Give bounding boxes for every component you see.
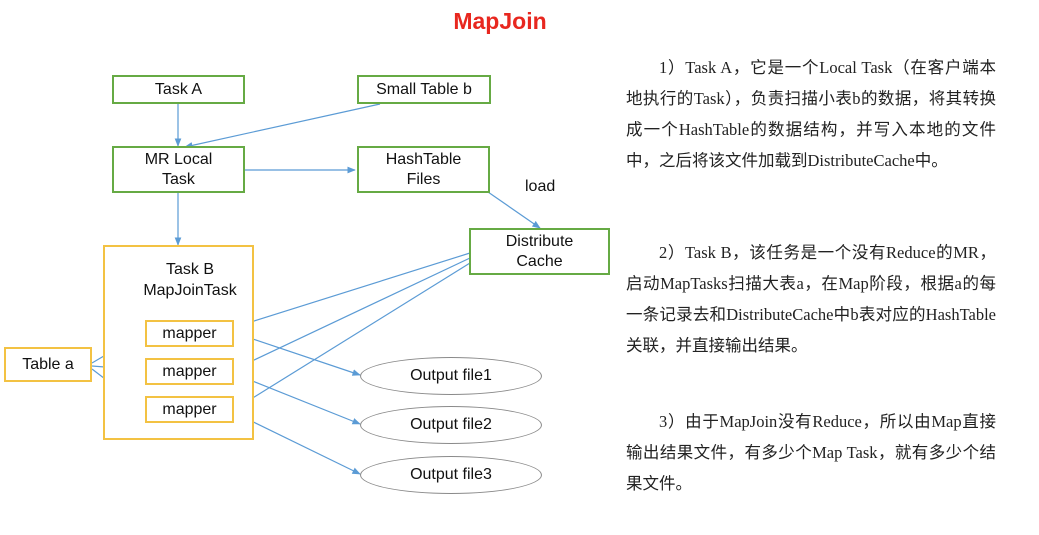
output-file-3-node: Output file3: [360, 456, 542, 494]
output-file-2-node: Output file2: [360, 406, 542, 444]
output-file-label: Output file2: [410, 416, 492, 433]
mr-local-task-label: MR Local Task: [144, 150, 213, 188]
arrow-smalltable-to-mrlocal: [184, 103, 381, 149]
table-a-label: Table a: [22, 355, 74, 373]
mapper-node-1: mapper: [145, 320, 234, 347]
description-paragraph-2: 2）Task B，该任务是一个没有Reduce的MR，启动MapTasks扫描大…: [626, 243, 996, 355]
task-b-label: Task B MapJoinTask: [143, 261, 237, 299]
mapper-label: mapper: [162, 400, 217, 418]
task-a-label: Task A: [154, 80, 203, 98]
mapper-node-2: mapper: [145, 358, 234, 385]
mr-local-task-node: MR Local Task: [112, 146, 245, 193]
mapper-node-3: mapper: [145, 396, 234, 423]
task-a-node: Task A: [112, 75, 245, 104]
hashtable-files-label: HashTable Files: [385, 150, 462, 188]
mapper-label: mapper: [162, 362, 217, 380]
arrow-cache-to-mapper2: [234, 257, 471, 370]
small-table-b-label: Small Table b: [376, 80, 472, 98]
description-paragraph-1: 1）Task A，它是一个Local Task（在客户端本地执行的Task），负…: [626, 58, 996, 170]
load-edge-label: load: [525, 178, 556, 195]
arrow-cache-to-mapper1: [234, 252, 471, 328]
arrow-hashtable-to-cache: [487, 191, 541, 229]
distribute-cache-node: Distribute Cache: [469, 228, 610, 275]
output-file-label: Output file1: [410, 367, 492, 384]
mapper-label: mapper: [162, 324, 217, 342]
distribute-cache-label: Distribute Cache: [505, 232, 574, 270]
table-a-node: Table a: [4, 347, 92, 382]
output-file-1-node: Output file1: [360, 357, 542, 395]
output-file-label: Output file3: [410, 466, 492, 483]
small-table-b-node: Small Table b: [357, 75, 491, 104]
description-paragraph-3: 3）由于MapJoin没有Reduce，所以由Map直接输出结果文件，有多少个M…: [626, 412, 996, 493]
hashtable-files-node: HashTable Files: [357, 146, 490, 193]
